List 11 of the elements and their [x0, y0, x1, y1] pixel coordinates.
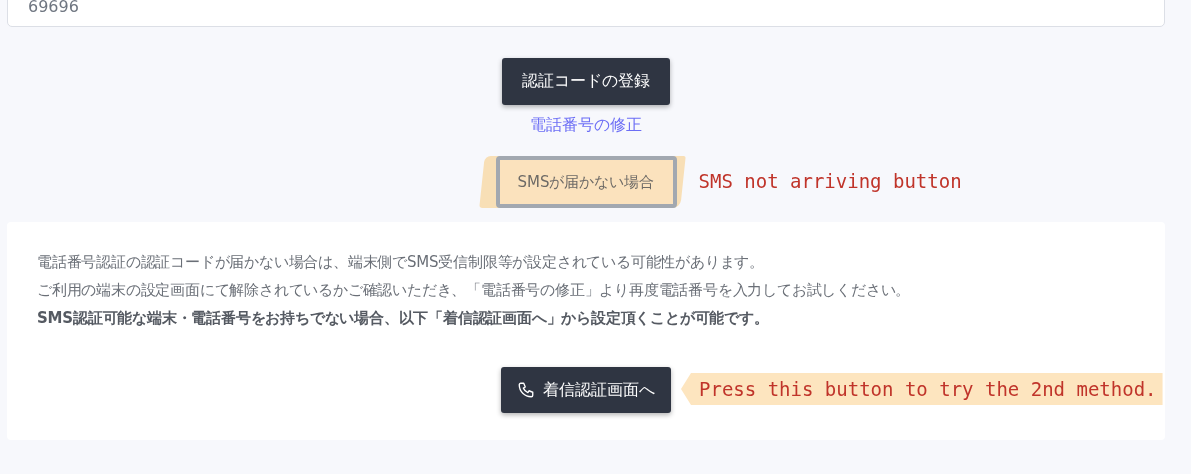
notice-text: ご利用の端末の設定画面にて解除されているかご確認いただき、「電話番号の修正」より再度電話番号を入力してお試しください。	[37, 280, 912, 301]
edit-phone-link[interactable]: 電話番号の修正	[530, 115, 642, 136]
register-code-button[interactable]: 認証コードの登録	[502, 58, 670, 105]
notice-text: SMS認証可能な端末・電話番号をお持ちでない場合、以下「着信認証画面へ」から設定頂くことが可能です。	[37, 308, 770, 329]
phone-icon	[517, 381, 535, 399]
sms-not-arriving-button[interactable]: SMSが届かない場合	[495, 156, 677, 208]
code-input-field[interactable]: 69696	[7, 0, 1165, 27]
annotation-callout: Press this button to try the 2nd method.	[681, 373, 1163, 405]
incoming-call-button[interactable]: 着信認証画面へ	[501, 367, 671, 413]
annotation-text: SMS not arriving button	[698, 170, 962, 192]
notice-text: 電話番号認証の認証コードが届かない場合は、端末側でSMS受信制限等が設定されている可能性があります。	[37, 252, 765, 273]
